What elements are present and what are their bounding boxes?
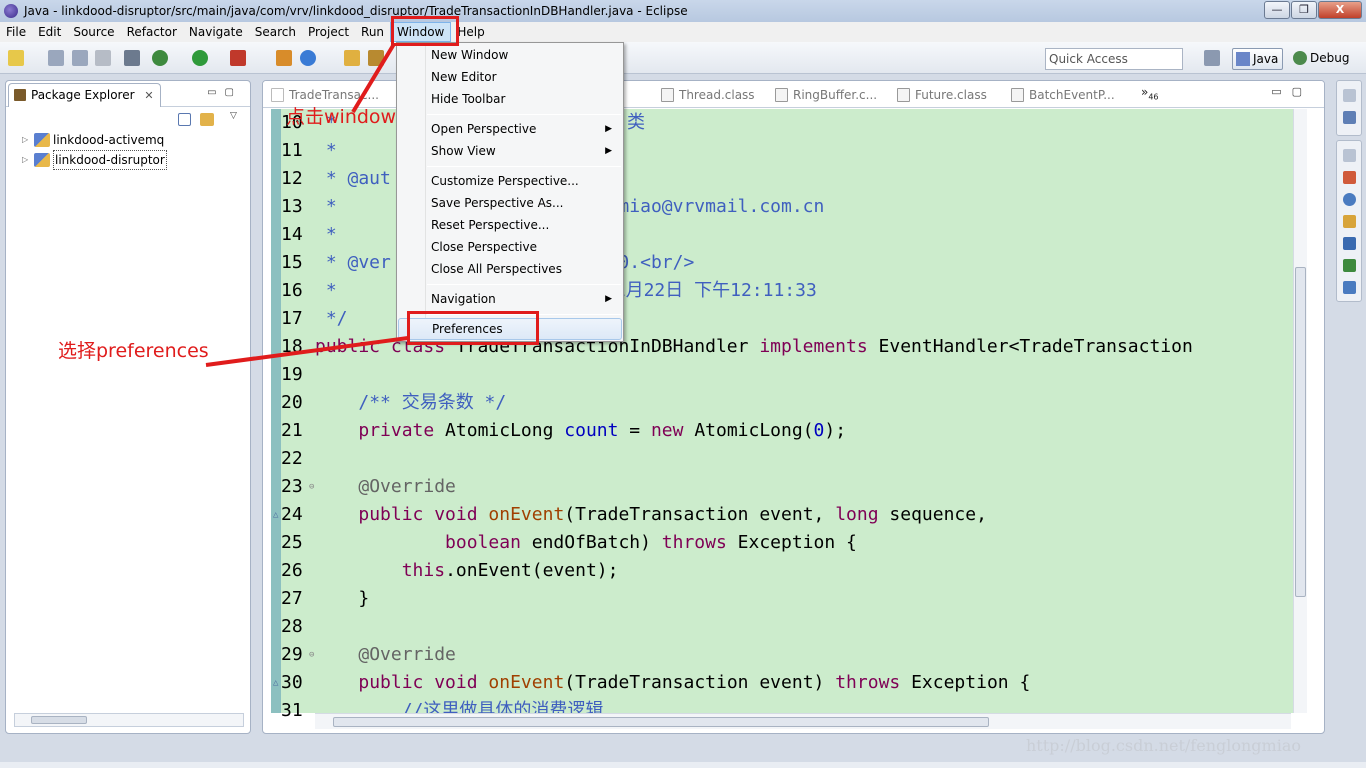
status-bar [0, 762, 1366, 768]
annotation-text-preferences: 选择preferences [58, 340, 209, 362]
annotation-line-preferences [205, 336, 409, 367]
watermark: http://blog.csdn.net/fenglongmiao [1026, 736, 1301, 755]
annotation-arrows [205, 42, 409, 367]
annotation-text-window: 点击window [286, 106, 397, 128]
